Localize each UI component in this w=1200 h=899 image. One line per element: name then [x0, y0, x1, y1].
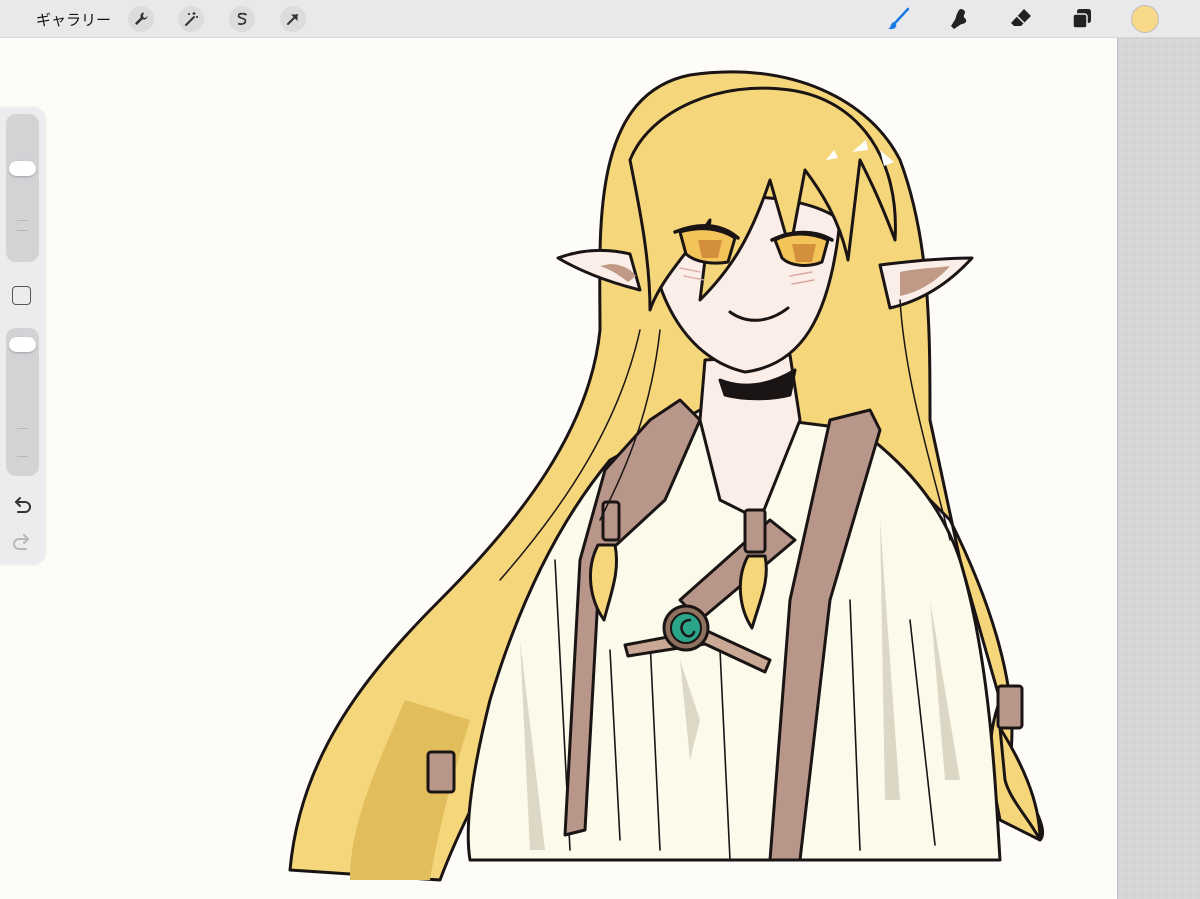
selection-s-icon: [237, 12, 247, 26]
slider-tick: [17, 230, 28, 231]
canvas-edge-panel: [1117, 38, 1200, 899]
actions-button[interactable]: [128, 6, 154, 32]
eraser-icon: [1011, 9, 1031, 26]
elf-girl-illustration: [288, 70, 1045, 882]
transform-button[interactable]: [280, 6, 306, 32]
layers-icon: [1072, 9, 1091, 29]
brush-size-slider[interactable]: [6, 114, 39, 262]
slider-tick: [17, 220, 28, 221]
top-toolbar: ギャラリー: [0, 0, 1200, 38]
brush-size-thumb[interactable]: [9, 161, 36, 177]
eraser-tool-button[interactable]: [1006, 4, 1036, 34]
wrench-icon: [135, 12, 148, 25]
smudge-icon: [951, 9, 967, 29]
smudge-tool-button[interactable]: [944, 4, 974, 34]
undo-icon[interactable]: [10, 493, 34, 517]
opacity-thumb[interactable]: [9, 337, 36, 353]
arrow-icon: [287, 14, 298, 25]
drawing-canvas[interactable]: [0, 38, 1117, 899]
redo-icon[interactable]: [10, 530, 34, 554]
brush-tool-button[interactable]: [884, 4, 914, 34]
layers-tool-button[interactable]: [1067, 4, 1097, 34]
modify-button[interactable]: [12, 286, 31, 305]
magic-wand-icon: [185, 12, 198, 26]
slider-tick: [17, 456, 28, 457]
selection-button[interactable]: [229, 6, 255, 32]
opacity-slider[interactable]: [6, 328, 39, 476]
adjustments-button[interactable]: [178, 6, 204, 32]
gallery-button[interactable]: ギャラリー: [36, 9, 111, 30]
color-swatch-button[interactable]: [1131, 5, 1159, 33]
slider-tick: [17, 428, 28, 429]
brush-icon: [888, 7, 910, 30]
left-sidebar: [0, 108, 45, 564]
